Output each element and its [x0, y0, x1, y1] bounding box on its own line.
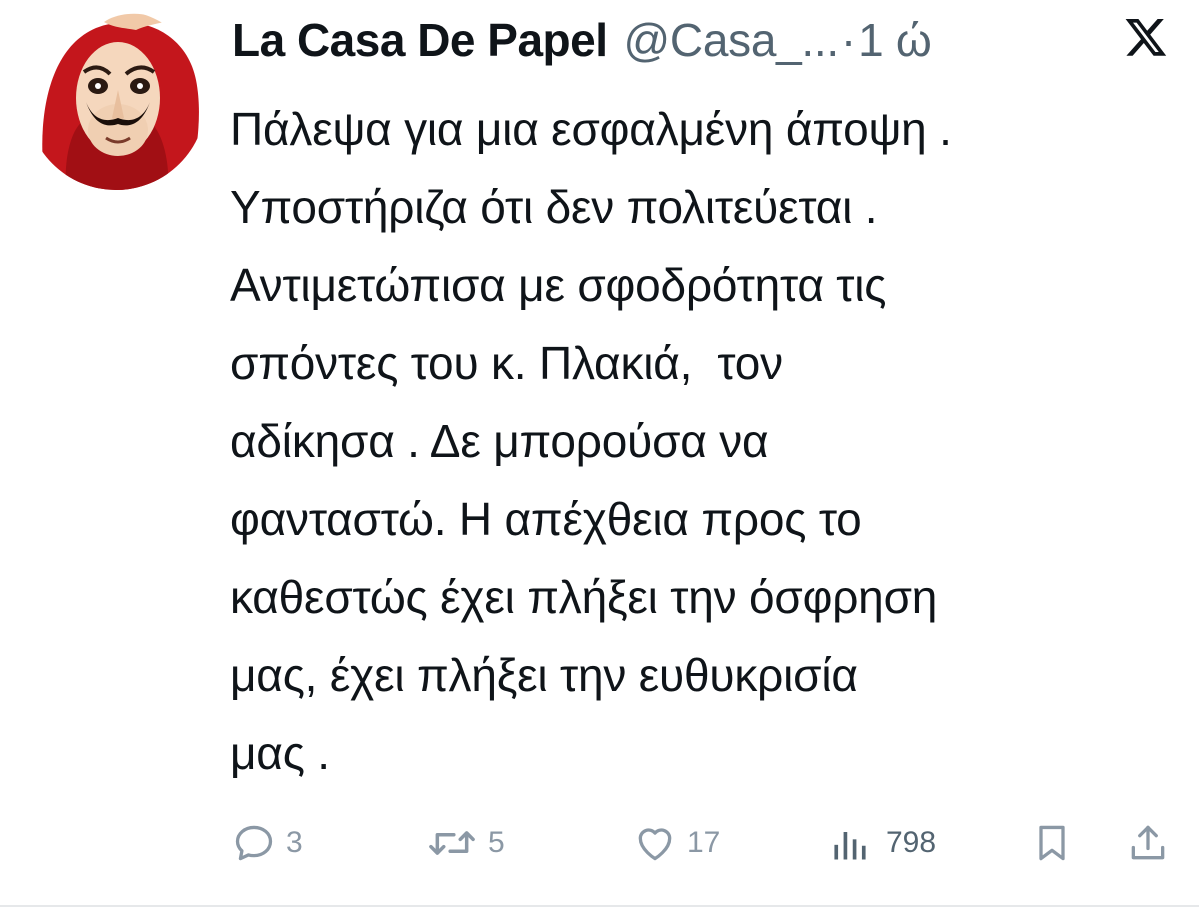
tweet-text-line: φανταστώ. Η απέχθεια προς το [230, 493, 862, 545]
share-icon [1131, 825, 1165, 860]
reply-button[interactable]: 3 [232, 815, 303, 871]
view-count: 798 [886, 826, 937, 859]
tweet-text-line: καθεστώς έχει πλήξει την όσφρηση [230, 571, 938, 623]
tweet-text-line: Υποστήριζα ότι δεν πολιτεύεται . [230, 181, 878, 233]
retweet-icon [429, 831, 475, 855]
author-display-name[interactable]: La Casa De Papel [232, 8, 608, 72]
views-button[interactable]: 798 [828, 815, 936, 871]
bookmark-button[interactable] [1030, 815, 1074, 871]
post-timestamp[interactable]: 1 ώ [858, 8, 932, 72]
tweet-text-line: αδίκησα . Δε μπορούσα να [230, 415, 769, 467]
tweet-text: Πάλεψα για μια εσφαλμένη άποψη . Υποστήρ… [230, 90, 1180, 792]
divider [0, 905, 1199, 907]
tweet-text-line: σπόντες του κ. Πλακιά, τον [230, 337, 783, 389]
tweet-text-line: Πάλεψα για μια εσφαλμένη άποψη . [230, 103, 952, 155]
tweet-header: La Casa De Papel @Casa_... · 1 ώ [232, 8, 932, 72]
tweet-text-line: μας, έχει πλήξει την ευθυκρισία [230, 649, 858, 701]
header-separator: · [840, 14, 857, 66]
views-chart-icon [834, 832, 866, 860]
reply-count: 3 [286, 826, 303, 859]
reply-icon [235, 825, 273, 861]
heart-icon [638, 828, 672, 861]
share-button[interactable] [1126, 815, 1170, 871]
author-avatar[interactable] [26, 10, 206, 190]
like-count: 17 [687, 826, 721, 859]
retweet-count: 5 [488, 826, 505, 859]
bookmark-icon [1039, 825, 1065, 861]
dali-mask-avatar [26, 10, 206, 190]
action-bar: 3 5 17 798 [0, 815, 1199, 871]
author-handle[interactable]: @Casa_... [624, 8, 840, 72]
tweet-text-line: μας . [230, 727, 330, 779]
like-button[interactable]: 17 [633, 815, 720, 871]
tweet[interactable]: La Casa De Papel @Casa_... · 1 ώ Πάλεψα … [0, 0, 1199, 913]
x-logo-icon[interactable] [1122, 14, 1170, 62]
tweet-text-line: Αντιμετώπισα με σφοδρότητα τις [230, 259, 887, 311]
retweet-button[interactable]: 5 [426, 815, 505, 871]
